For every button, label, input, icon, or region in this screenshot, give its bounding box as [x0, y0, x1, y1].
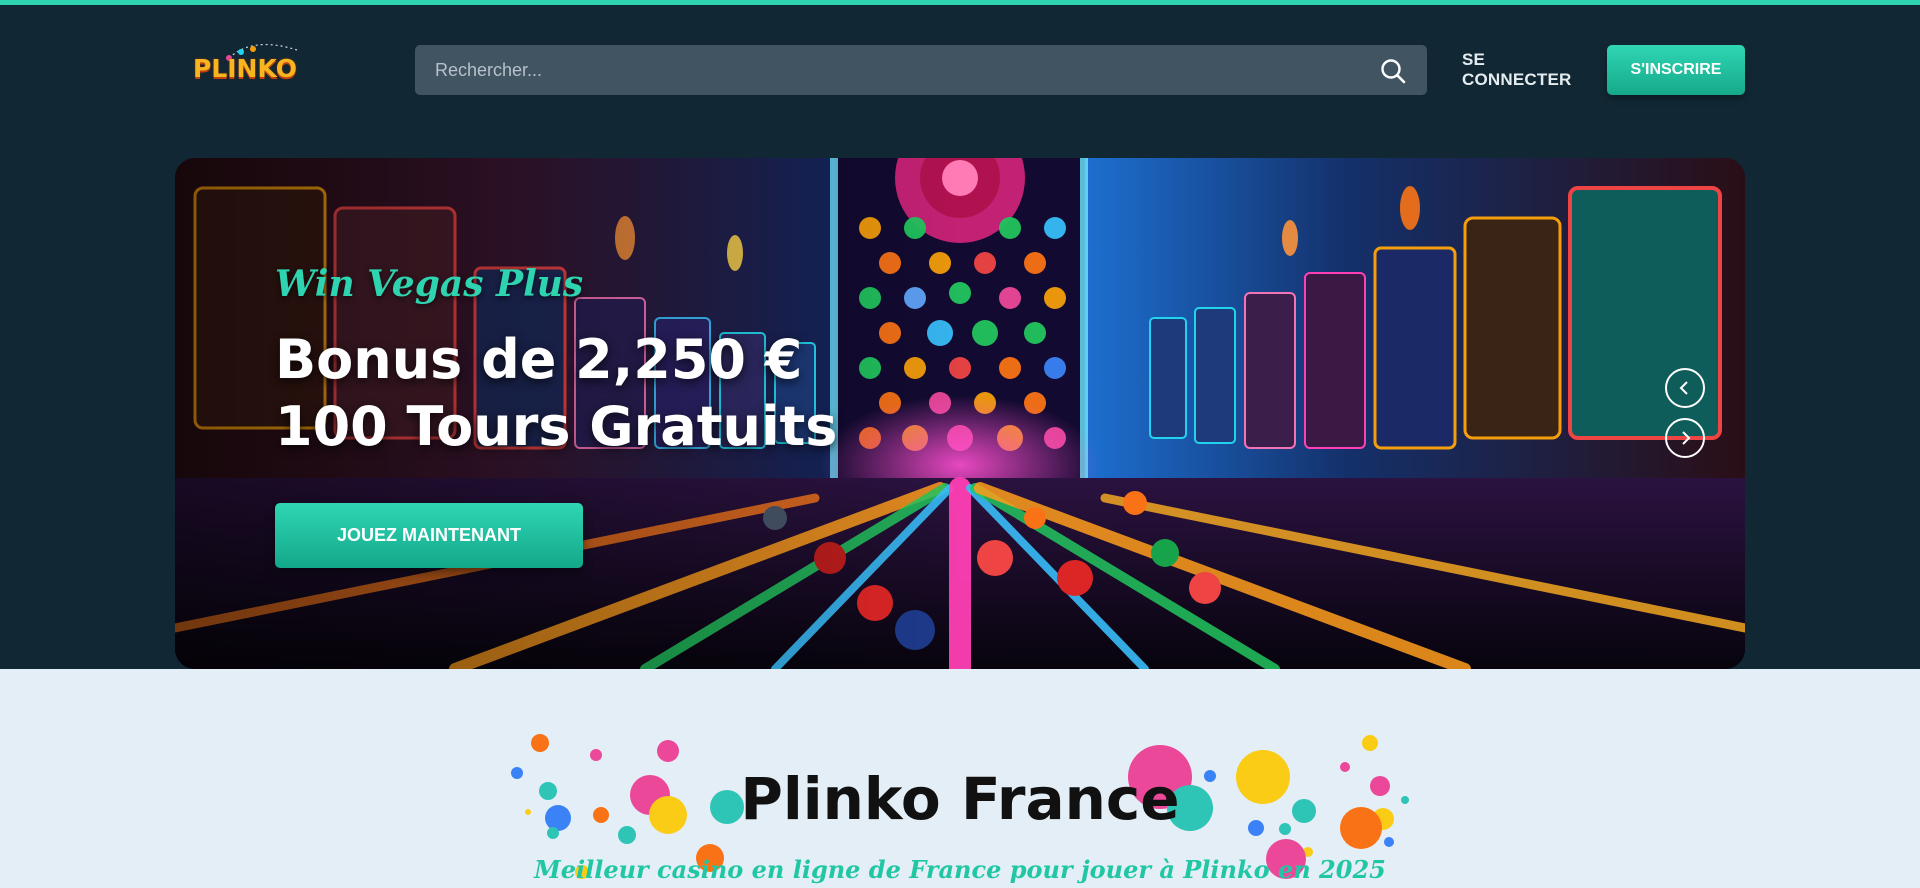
hero-kicker: Win Vegas Plus: [275, 263, 584, 305]
play-now-button[interactable]: JOUEZ MAINTENANT: [275, 503, 583, 568]
logo-text: PLINKO: [193, 54, 297, 83]
search-input[interactable]: [415, 45, 1365, 95]
carousel-prev-button[interactable]: [1665, 368, 1705, 408]
signup-button[interactable]: S'INSCRIRE: [1607, 45, 1745, 95]
chevron-left-icon: [1679, 381, 1688, 395]
search-icon[interactable]: [1379, 57, 1407, 85]
plinko-logo[interactable]: PLINKO: [193, 40, 303, 86]
hero-title: Bonus de 2,250 € 100 Tours Gratuits: [275, 326, 837, 460]
section-subtitle: Meilleur casino en ligne de France pour …: [534, 855, 1386, 884]
hero-title-line2: 100 Tours Gratuits: [275, 395, 838, 458]
search-bar[interactable]: [415, 45, 1427, 95]
chevron-right-icon: [1682, 431, 1691, 445]
login-button[interactable]: SE CONNECTER: [1462, 45, 1597, 95]
section-title: Plinko France: [740, 765, 1180, 833]
intro-section: Plinko France Meilleur casino en ligne d…: [0, 669, 1920, 888]
carousel-next-button[interactable]: [1665, 418, 1705, 458]
hero-title-line1: Bonus de 2,250 €: [275, 328, 803, 391]
hero-banner: Win Vegas Plus Bonus de 2,250 € 100 Tour…: [175, 158, 1745, 669]
